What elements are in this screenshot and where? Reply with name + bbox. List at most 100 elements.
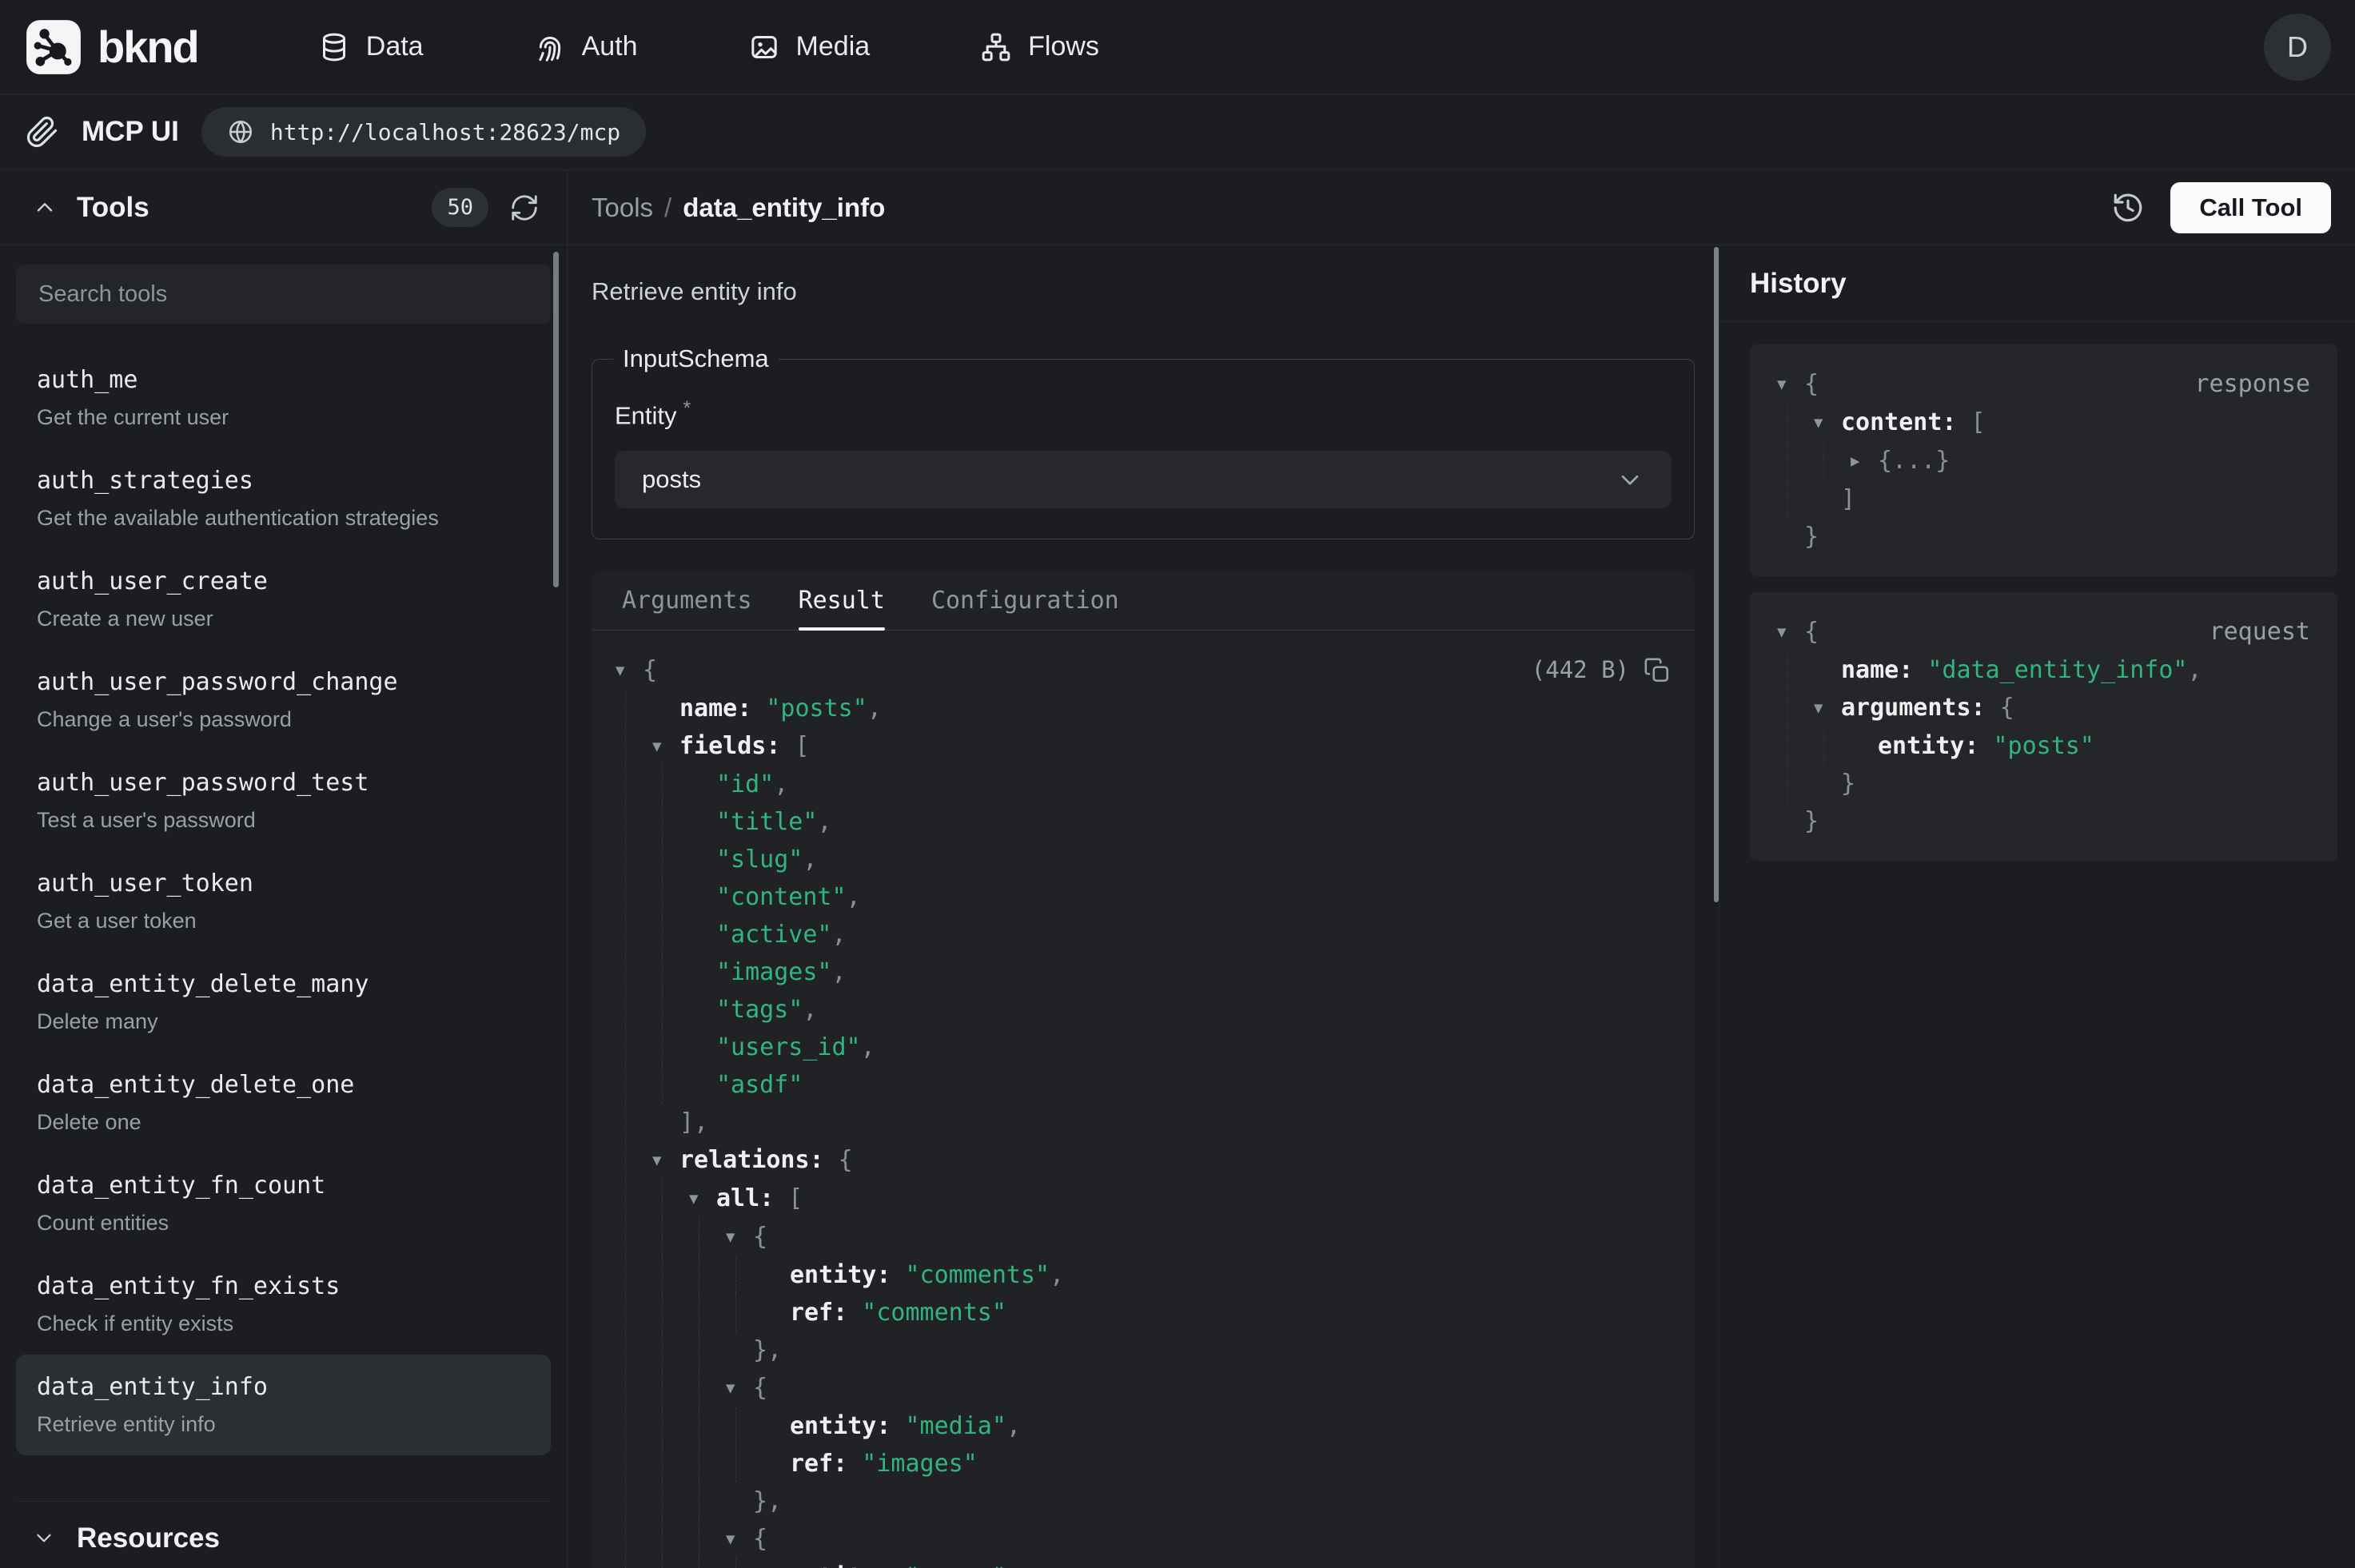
tool-item-auth_user_password_change[interactable]: auth_user_password_changeChange a user's… — [16, 650, 551, 750]
tool-item-auth_strategies[interactable]: auth_strategiesGet the available authent… — [16, 448, 551, 549]
paperclip-icon — [26, 115, 59, 149]
nav-item-data[interactable]: Data — [318, 31, 424, 63]
tab-row: Arguments Result Configuration — [592, 571, 1695, 631]
indent-guide — [662, 1218, 663, 1256]
tool-item-data_entity_delete_many[interactable]: data_entity_delete_manyDelete many — [16, 952, 551, 1053]
collapse-triangle-icon[interactable]: ▼ — [689, 1180, 716, 1218]
nav-item-flows[interactable]: Flows — [980, 31, 1099, 63]
code-line: ▶{...} — [1777, 442, 2310, 480]
history-card-json: ▼{requestname: "data_entity_info",▼argum… — [1777, 613, 2310, 840]
user-avatar[interactable]: D — [2264, 14, 2331, 81]
fingerprint-icon — [534, 31, 566, 63]
entity-field-label: Entity* — [615, 397, 1672, 430]
code-line: name: "data_entity_info", — [1777, 651, 2310, 689]
tool-item-data_entity_delete_one[interactable]: data_entity_delete_oneDelete one — [16, 1053, 551, 1153]
indent-guide — [662, 803, 663, 841]
collapse-triangle-icon[interactable]: ▼ — [652, 728, 679, 766]
nav-item-media[interactable]: Media — [748, 31, 871, 63]
indent-guide — [662, 1482, 663, 1520]
card-type-label: request — [2210, 613, 2310, 651]
sidebar-scrollbar-thumb[interactable] — [553, 252, 559, 587]
collapse-triangle-icon[interactable]: ▼ — [726, 1370, 753, 1407]
collapse-triangle-icon[interactable]: ▼ — [1777, 614, 1804, 651]
tool-description: Test a user's password — [37, 808, 530, 832]
tab-configuration[interactable]: Configuration — [931, 571, 1119, 630]
indent-guide — [625, 1180, 626, 1218]
history-card-response[interactable]: ▼{response▼content: [▶{...}]} — [1750, 344, 2337, 576]
indent-guide — [735, 1558, 736, 1568]
tool-description: Get the current user — [37, 405, 530, 429]
tool-description: Get the available authentication strateg… — [37, 506, 530, 530]
collapse-triangle-icon[interactable]: ▼ — [726, 1521, 753, 1558]
breadcrumb-separator: / — [664, 193, 671, 222]
code-line: entity: "comments", — [616, 1256, 1671, 1294]
bknd-logo-icon — [24, 18, 83, 77]
expand-triangle-icon[interactable]: ▶ — [1851, 443, 1878, 480]
tool-item-auth_user_token[interactable]: auth_user_tokenGet a user token — [16, 851, 551, 952]
indent-guide — [662, 1445, 663, 1482]
tool-name: auth_me — [37, 367, 530, 394]
indent-guide — [662, 766, 663, 803]
main-scrollbar-thumb[interactable] — [1714, 247, 1719, 902]
content: auth_me Get the current user auth_strategi… — [0, 245, 2355, 1568]
collapse-triangle-icon[interactable]: ▼ — [1814, 690, 1841, 727]
tool-name: auth_user_create — [37, 568, 530, 595]
collapse-triangle-icon[interactable]: ▼ — [616, 652, 643, 690]
refresh-icon[interactable] — [509, 193, 540, 223]
code-line: ], — [616, 1104, 1671, 1141]
result-json: ▼{(442 B)name: "posts",▼fields: ["id","t… — [592, 631, 1695, 1568]
collapse-triangle-icon[interactable]: ▼ — [652, 1142, 679, 1180]
indent-guide — [1823, 727, 1824, 765]
code-line: ▼content: [ — [1777, 404, 2310, 442]
indent-guide — [1823, 442, 1824, 480]
image-icon — [748, 31, 780, 63]
tool-header: Tools/data_entity_info Call Tool — [568, 170, 2355, 245]
tool-item-auth_user_password_test[interactable]: auth_user_password_testTest a user's pas… — [16, 750, 551, 851]
call-tool-button[interactable]: Call Tool — [2170, 182, 2331, 233]
history-card-json: ▼{response▼content: [▶{...}]} — [1777, 365, 2310, 555]
collapse-triangle-icon[interactable]: ▼ — [726, 1219, 753, 1256]
collapse-triangle-icon[interactable]: ▼ — [1777, 366, 1804, 404]
indent-guide — [625, 1445, 626, 1482]
indent-guide — [625, 916, 626, 953]
tool-description: Delete many — [37, 1009, 530, 1033]
indent-guide — [625, 766, 626, 803]
entity-select[interactable]: posts — [615, 451, 1672, 508]
brand-logo[interactable]: bknd — [24, 18, 198, 77]
card-type-label: response — [2195, 365, 2311, 403]
indent-guide — [625, 1104, 626, 1141]
tab-result[interactable]: Result — [799, 571, 885, 630]
nav-item-auth[interactable]: Auth — [534, 31, 638, 63]
code-line: }, — [616, 1331, 1671, 1369]
history-panel: History ▼{response▼content: [▶{...}]}▼{r… — [1719, 245, 2355, 1568]
database-icon — [318, 31, 350, 63]
indent-guide — [662, 953, 663, 991]
tool-item-data_entity_fn_count[interactable]: data_entity_fn_countCount entities — [16, 1153, 551, 1254]
tab-arguments[interactable]: Arguments — [622, 571, 752, 630]
tool-item-data_entity_fn_exists[interactable]: data_entity_fn_existsCheck if entity exi… — [16, 1254, 551, 1355]
history-card-request[interactable]: ▼{requestname: "data_entity_info",▼argum… — [1750, 592, 2337, 861]
indent-guide — [625, 690, 626, 727]
code-line: ▼{ — [616, 1520, 1671, 1558]
breadcrumb-section[interactable]: Tools — [592, 193, 653, 222]
tools-panel-title: Tools — [77, 192, 149, 224]
history-icon[interactable] — [2111, 191, 2145, 225]
indent-guide — [662, 1256, 663, 1294]
tool-description: Change a user's password — [37, 707, 530, 731]
search-input[interactable] — [16, 265, 551, 324]
tool-item-auth_user_create[interactable]: auth_user_createCreate a new user — [16, 549, 551, 650]
code-line: ] — [1777, 480, 2310, 518]
resources-section-header[interactable]: Resources — [16, 1501, 551, 1568]
collapse-triangle-icon[interactable]: ▼ — [1814, 404, 1841, 442]
nav-label: Data — [366, 31, 424, 62]
mcp-url-pill[interactable]: http://localhost:28623/mcp — [201, 107, 646, 157]
copy-icon[interactable] — [1644, 657, 1671, 684]
tool-description: Check if entity exists — [37, 1311, 530, 1335]
tool-name: data_entity_fn_count — [37, 1172, 530, 1200]
chevron-up-icon[interactable] — [32, 195, 58, 221]
code-line: ▼all: [ — [616, 1180, 1671, 1218]
indent-guide — [625, 1407, 626, 1445]
code-line: ▼arguments: { — [1777, 689, 2310, 727]
tool-item-auth_me[interactable]: auth_me Get the current user — [16, 348, 551, 448]
tool-item-data_entity_info[interactable]: data_entity_infoRetrieve entity info — [16, 1355, 551, 1455]
